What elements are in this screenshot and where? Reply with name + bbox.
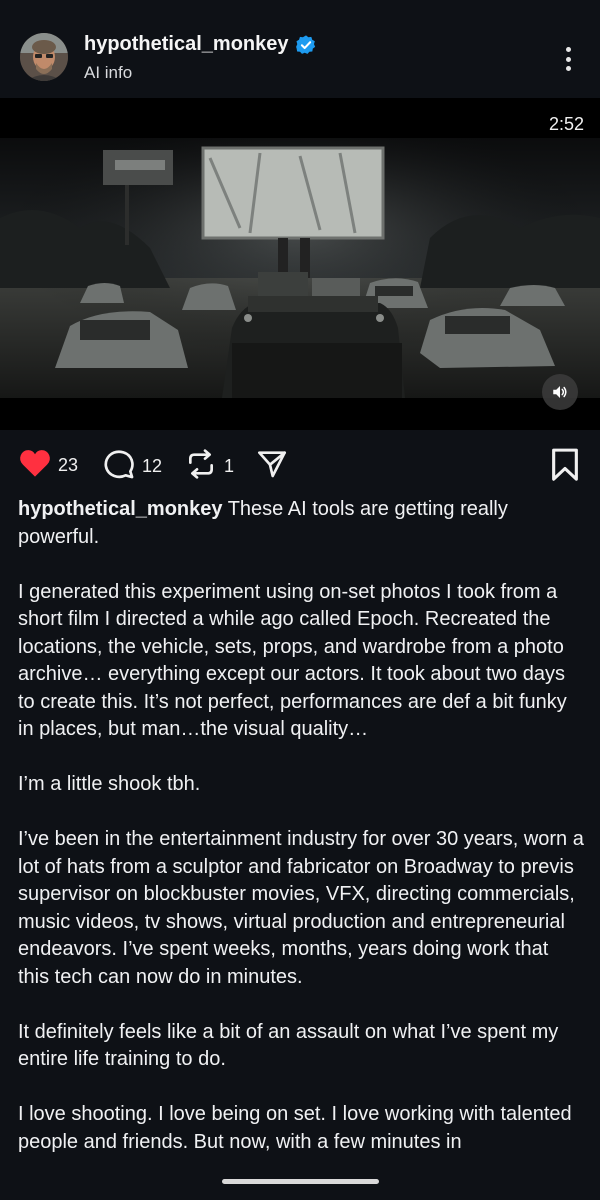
video-duration: 2:52: [548, 114, 584, 134]
post-screen: hypothetical_monkey AI info 2:52 23 12 1…: [0, 0, 600, 1200]
action-bar: 23 12 1: [0, 440, 600, 490]
caption-first-paragraph: hypothetical_monkey These AI tools are g…: [18, 496, 584, 551]
like-button[interactable]: 23: [18, 448, 78, 483]
video-frame: [0, 98, 600, 430]
like-count: 23: [58, 455, 79, 475]
username[interactable]: hypothetical_monkey: [84, 33, 289, 56]
repost-icon: [184, 448, 218, 485]
bookmark-icon[interactable]: [550, 448, 580, 487]
comment-count: 12: [142, 456, 163, 476]
comment-icon: [102, 448, 136, 485]
caption-paragraph: I generated this experiment using on-set…: [18, 580, 567, 741]
share-button[interactable]: [254, 448, 290, 485]
avatar[interactable]: [20, 33, 68, 81]
caption-paragraph: I’m a little shook tbh.: [18, 773, 201, 795]
repost-count: 1: [224, 456, 235, 476]
comment-button[interactable]: 12: [102, 448, 162, 485]
caption-paragraph: It definitely feels like a bit of an ass…: [18, 1020, 559, 1071]
post-caption: hypothetical_monkey These AI tools are g…: [18, 496, 584, 1184]
repost-button[interactable]: 1: [184, 448, 234, 485]
caption-paragraph: I’ve been in the entertainment industry …: [18, 828, 584, 988]
avatar-image: [20, 33, 68, 81]
username-row: hypothetical_monkey: [84, 33, 317, 56]
speaker-icon[interactable]: [542, 374, 578, 410]
share-icon: [254, 448, 290, 485]
video-player[interactable]: 2:52: [0, 98, 600, 430]
caption-author[interactable]: hypothetical_monkey: [18, 498, 223, 520]
home-indicator[interactable]: [222, 1179, 379, 1184]
verified-badge-icon: [295, 34, 317, 56]
ai-info-label[interactable]: AI info: [84, 63, 132, 83]
post-header: hypothetical_monkey AI info: [0, 0, 600, 98]
caption-paragraph: I love shooting. I love being on set. I …: [18, 1103, 572, 1153]
more-options-icon[interactable]: [556, 44, 580, 74]
heart-icon: [18, 448, 52, 483]
